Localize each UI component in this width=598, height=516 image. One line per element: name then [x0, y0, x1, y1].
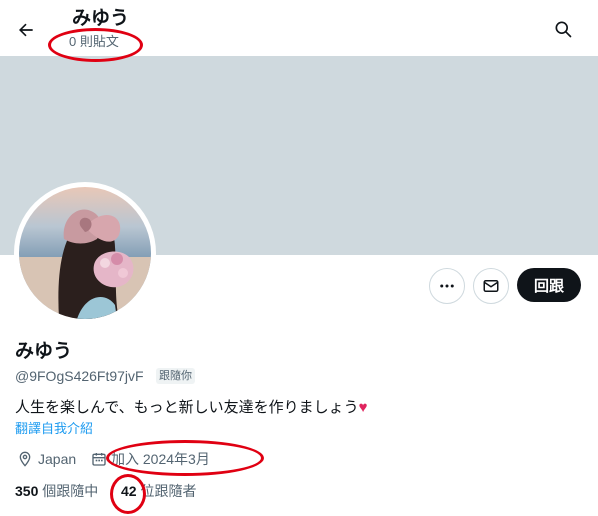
header-title: みゆう	[72, 8, 130, 29]
header-post-count: 0 則貼文	[69, 34, 119, 49]
following-count: 350	[15, 483, 39, 499]
followers-count: 42	[121, 483, 137, 499]
follow-back-button[interactable]: 回跟	[517, 268, 581, 302]
bio-text: 人生を楽しんで、もっと新しい友達を作りましょう	[15, 399, 359, 416]
follows-you-badge: 跟隨你	[156, 368, 195, 384]
mail-icon	[483, 280, 499, 292]
translate-bio-link[interactable]: 翻譯自我介紹	[15, 421, 93, 437]
location-text: Japan	[38, 451, 77, 467]
followers-label: 位跟隨者	[140, 483, 197, 499]
search-button[interactable]	[548, 14, 578, 44]
joined-item: 加入 2024年3月	[91, 450, 210, 468]
heart-emoji: ♥	[358, 399, 368, 416]
search-icon	[555, 21, 572, 38]
message-button[interactable]	[473, 268, 509, 304]
more-icon	[440, 284, 454, 288]
profile-name: みゆう	[15, 341, 73, 362]
location-item: Japan	[17, 450, 76, 468]
profile-handle: @9FOgS426Ft97jvF	[15, 368, 144, 384]
profile-bio: 人生を楽しんで、もっと新しい友達を作りましょう♥	[15, 398, 368, 417]
following-stat[interactable]: 350 個跟隨中	[15, 482, 98, 500]
avatar[interactable]	[19, 187, 151, 319]
back-button[interactable]	[10, 14, 42, 46]
calendar-icon	[92, 453, 106, 466]
following-label: 個跟隨中	[42, 483, 99, 499]
location-icon	[19, 451, 31, 467]
joined-text: 加入 2024年3月	[111, 451, 210, 467]
more-button[interactable]	[429, 268, 465, 304]
followers-stat[interactable]: 42 位跟隨者	[121, 482, 196, 500]
back-arrow-icon	[19, 23, 33, 37]
